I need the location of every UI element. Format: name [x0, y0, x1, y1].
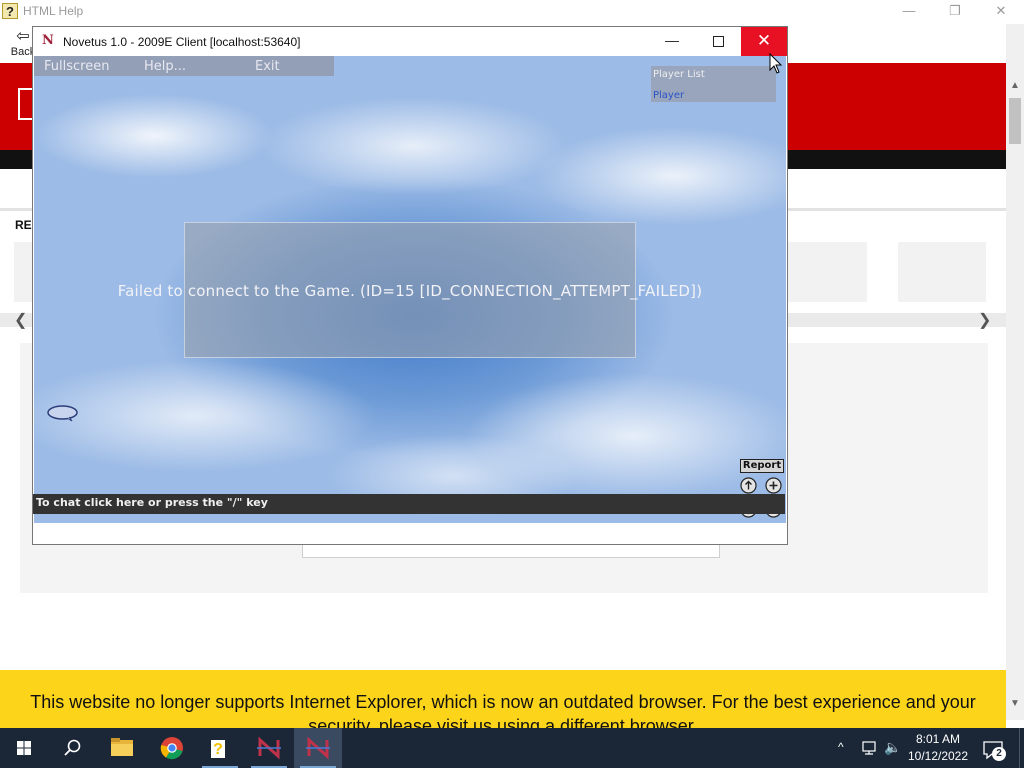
report-button[interactable]: Report	[740, 459, 784, 473]
chevron-left-icon[interactable]: ❮	[14, 310, 27, 330]
show-hidden-icons-icon[interactable]: ^	[838, 740, 844, 754]
game-viewport[interactable]: Fullscreen Help... Exit Player List Play…	[34, 56, 786, 523]
help-icon: ?	[2, 3, 18, 19]
carousel-card[interactable]	[787, 242, 867, 302]
player-list: Player List Player	[651, 66, 776, 102]
chrome-icon	[160, 737, 183, 760]
scroll-thumb[interactable]	[1009, 98, 1021, 144]
minimize-button[interactable]: —	[886, 0, 932, 24]
back-label: Back	[10, 46, 36, 58]
player-list-title: Player List	[653, 69, 705, 80]
taskbar: ? ^ 🔈 8:01 AM 10/12/2022 2	[0, 728, 1024, 768]
novetus-icon	[257, 736, 281, 760]
network-icon[interactable]	[862, 740, 880, 756]
novetus-titlebar[interactable]: N Novetus 1.0 - 2009E Client [localhost:…	[33, 27, 787, 56]
volume-icon[interactable]: 🔈	[884, 739, 901, 756]
clock-time[interactable]: 8:01 AM	[908, 732, 968, 746]
menu-exit[interactable]: Exit	[255, 59, 280, 74]
svg-text:?: ?	[213, 741, 223, 758]
windows-start-icon[interactable]	[0, 728, 48, 768]
minimize-button[interactable]: —	[649, 27, 695, 56]
chat-bubble-icon[interactable]	[47, 405, 78, 422]
ie-warning-banner: This website no longer supports Internet…	[0, 670, 1006, 730]
novetus-window-title: Novetus 1.0 - 2009E Client [localhost:53…	[63, 35, 301, 49]
restore-button[interactable]: ❐	[932, 0, 978, 24]
ie-warning-text: This website no longer supports Internet…	[30, 692, 976, 730]
menu-help[interactable]: Help...	[144, 59, 186, 74]
taskbar-novetus-client[interactable]	[294, 728, 342, 768]
clock-date[interactable]: 10/12/2022	[906, 749, 970, 763]
mouse-cursor-icon	[769, 53, 783, 74]
novetus-window: N Novetus 1.0 - 2009E Client [localhost:…	[33, 27, 787, 544]
close-button[interactable]: ✕	[978, 0, 1024, 24]
maximize-icon	[713, 36, 724, 47]
taskbar-novetus[interactable]	[245, 728, 293, 768]
file-explorer-icon	[111, 738, 133, 756]
error-message: Failed to connect to the Game. (ID=15 [I…	[117, 282, 703, 300]
taskbar-chrome[interactable]	[148, 728, 196, 768]
close-button[interactable]: ✕	[741, 27, 787, 56]
taskbar-file-explorer[interactable]	[98, 728, 146, 768]
camera-up-icon[interactable]	[740, 477, 757, 494]
html-help-icon: ?	[211, 740, 225, 758]
show-desktop-button[interactable]	[1019, 728, 1024, 768]
zoom-in-icon[interactable]	[765, 477, 782, 494]
maximize-button[interactable]	[695, 27, 741, 56]
game-menu-bar: Fullscreen Help... Exit	[34, 56, 334, 76]
search-icon[interactable]	[48, 728, 96, 768]
novetus-logo-icon: N	[42, 33, 54, 48]
scroll-up-icon[interactable]: ▲	[1006, 80, 1024, 94]
html-help-title: HTML Help	[23, 4, 84, 18]
chevron-right-icon[interactable]: ❯	[978, 310, 991, 330]
player-list-item[interactable]: Player	[653, 90, 684, 101]
novetus-client-icon	[306, 736, 330, 760]
chat-hint: To chat click here or press the "/" key	[36, 496, 268, 509]
chat-bar[interactable]: To chat click here or press the "/" key	[33, 494, 785, 514]
carousel-card[interactable]	[898, 242, 986, 302]
taskbar-html-help[interactable]: ?	[196, 728, 244, 768]
notification-count: 2	[992, 747, 1006, 761]
scroll-down-icon[interactable]: ▼	[1006, 698, 1024, 712]
html-help-titlebar: ? HTML Help — ❐ ✕	[0, 0, 1024, 24]
menu-fullscreen[interactable]: Fullscreen	[44, 59, 109, 74]
